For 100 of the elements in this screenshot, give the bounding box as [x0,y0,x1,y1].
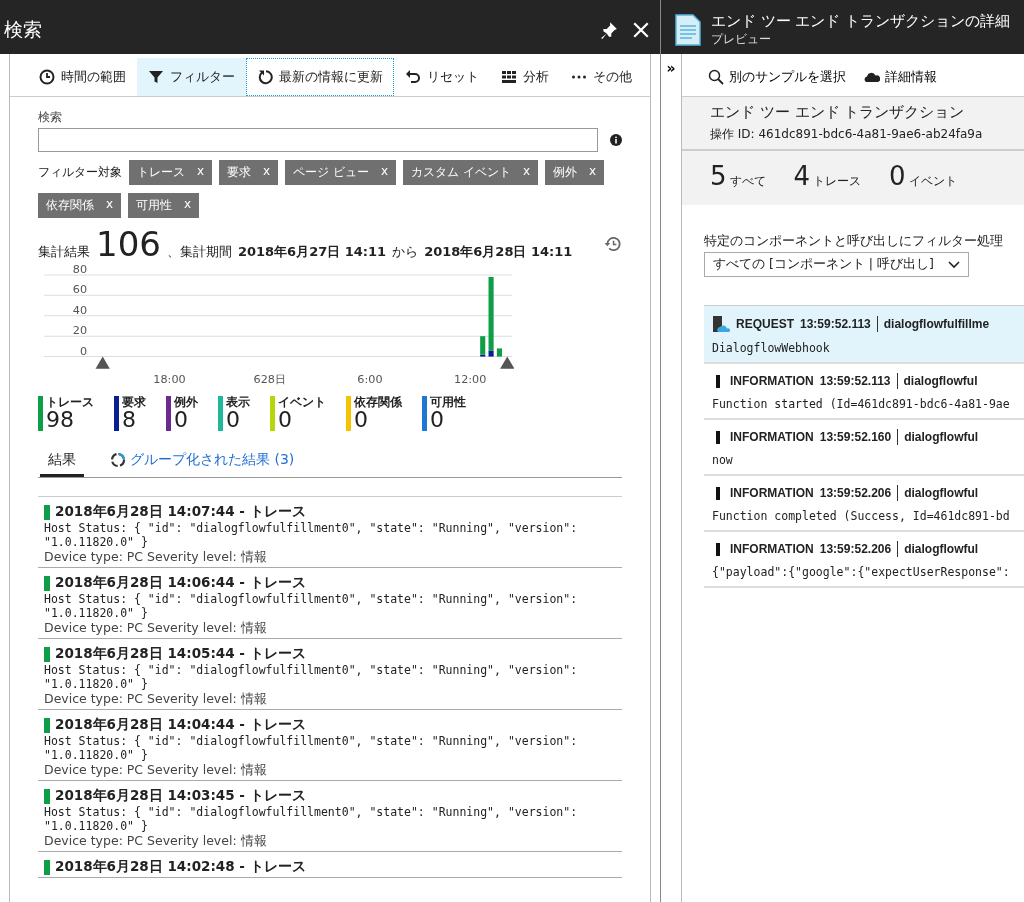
total-count: 106 [96,224,161,264]
result-meta: Device type: PC Severity level: 情報 [44,691,268,708]
info-marker-icon [716,486,720,500]
result-meta: Device type: PC Severity level: 情報 [44,833,268,850]
y-tick-label: 40 [72,303,88,317]
blade-title: 検索 [4,17,43,42]
range-handle-icon[interactable] [95,356,110,369]
legend-count: 0 [174,409,188,431]
remove-icon[interactable]: x [523,164,531,181]
blade-subtitle: プレビュー [711,31,772,48]
transaction-heading: エンド ツー エンド トランザクション [710,103,966,122]
from-word: から [392,243,419,261]
timeline-item[interactable]: INFORMATION 13:59:52.206 dialogflowful Function completed (Success, Id=461dc891-bd [704,476,1024,532]
event-message: Function completed (Success, Id=461dc891-bd [712,509,1011,523]
search-field[interactable] [38,128,598,152]
remove-icon[interactable]: x [381,164,389,181]
refresh-icon [257,69,273,85]
legend-label: 可用性 [430,396,466,408]
filter-chip[interactable]: 可用性 x [128,193,200,218]
toolbar-button[interactable]: 別のサンプルを選択 [708,68,846,86]
info-icon[interactable] [610,134,622,146]
count-value: 5 [710,161,727,191]
result-message: Host Status: { "id": "dialogflowfulfillment0", "state": "Running", "version": "1.0.11820.0" } [44,734,579,762]
legend-label: トレース [46,396,94,408]
result-title[interactable]: 2018年6月28日 14:03:45 - トレース [55,787,306,805]
count-label: トレース [813,173,862,190]
legend-label: 依存関係 [354,396,402,408]
close-icon[interactable] [632,21,650,39]
tab[interactable]: 結果 [40,447,84,477]
toolbar-button[interactable]: 最新の情報に更新 [246,58,394,96]
info-marker-icon [716,374,720,388]
timeline-item[interactable]: REQUEST 13:59:52.113 dialogflowfulfillme DialogflowWebhook [704,306,1024,364]
event-time: 13:59:52.206 [819,486,892,500]
filter-icon [148,69,164,85]
event-source: dialogflowful [904,542,979,556]
result-message: Host Status: { "id": "dialogflowfulfillment0", "state": "Running", "version": "1.0.11820.0" } [44,805,579,833]
chevron-down-icon [947,260,960,269]
pin-icon[interactable] [600,21,618,39]
filter-chip[interactable]: 要求 x [219,160,279,185]
remove-icon[interactable]: x [197,164,205,181]
to-date: 2018年6月28日 14:11 [424,243,573,261]
event-source: dialogflowfulfillme [883,317,990,331]
toolbar-button[interactable]: その他 [560,58,643,96]
legend-count: 0 [354,409,368,431]
timeline-item[interactable]: INFORMATION 13:59:52.160 dialogflowful now [704,420,1024,476]
legend-count: 98 [46,409,75,431]
legend-label: イベント [278,396,326,408]
period-label: 、集計期間 [166,243,232,261]
remove-icon[interactable]: x [184,197,192,214]
result-message: Host Status: { "id": "dialogflowfulfillment0", "state": "Running", "version": "1.0.11820.0" } [44,521,579,549]
toolbar-button[interactable]: 時間の範囲 [28,58,137,96]
toolbar-button[interactable]: リセット [394,58,490,96]
summary-label: 集計結果 [38,243,90,261]
x-tick-label: 18:00 [153,373,186,387]
event-time: 13:59:52.206 [819,542,892,556]
result-title[interactable]: 2018年6月28日 14:07:44 - トレース [55,503,306,521]
count-value: 4 [793,161,811,191]
timeline-item[interactable]: INFORMATION 13:59:52.206 dialogflowful {"payload":{"google":{"expectUserResponse": [704,532,1024,588]
filter-chip[interactable]: 依存関係 x [38,193,122,218]
clock-icon [39,69,55,85]
event-source: dialogflowful [903,374,978,388]
grid-icon [501,69,517,85]
spinner-icon [110,452,126,468]
x-tick-label: 628日 [253,373,286,387]
event-type: INFORMATION [730,374,814,388]
y-tick-label: 80 [72,264,88,276]
toolbar-button[interactable]: 分析 [490,58,560,96]
tab[interactable]: グループ化された結果 (3) [102,447,303,477]
count-label: すべて [729,173,766,190]
event-source: dialogflowful [904,430,979,444]
result-title[interactable]: 2018年6月28日 14:05:44 - トレース [55,645,306,663]
y-tick-label: 0 [79,344,88,358]
chart-bar [496,348,502,357]
result-title[interactable]: 2018年6月28日 14:06:44 - トレース [55,574,306,592]
from-date: 2018年6月27日 14:11 [237,243,387,261]
filter-chip[interactable]: ページ ビュー x [285,160,397,185]
expand-button[interactable]: » [666,54,676,82]
history-icon[interactable] [604,235,622,253]
filter-chip[interactable]: トレース x [129,160,213,185]
result-title[interactable]: 2018年6月28日 14:04:44 - トレース [55,716,306,734]
filter-chip[interactable]: カスタム イベント x [403,160,539,185]
remove-icon[interactable]: x [106,197,114,214]
toolbar-button[interactable]: フィルター [137,58,246,96]
range-handle-icon[interactable] [500,356,514,369]
result-meta: Device type: PC Severity level: 情報 [44,762,268,779]
filter-chip[interactable]: 例外 x [545,160,605,185]
result-title[interactable]: 2018年6月28日 14:02:48 - トレース [55,858,306,876]
remove-icon[interactable]: x [263,164,271,181]
timeline-item[interactable]: INFORMATION 13:59:52.113 dialogflowful Function started (Id=461dc891-bdc6-4a81-9ae [704,364,1024,420]
event-type: REQUEST [736,317,794,331]
event-type: INFORMATION [730,542,814,556]
event-time: 13:59:52.113 [800,317,871,331]
info-marker-icon [716,542,720,556]
toolbar-button[interactable]: 詳細情報 [864,68,937,86]
legend-count: 0 [226,409,240,431]
count-value: 0 [889,161,906,191]
component-dropdown[interactable]: すべての [コンポーネント | 呼び出し] [704,252,969,277]
remove-icon[interactable]: x [589,164,597,181]
filter-label: 特定のコンポーネントと呼び出しにフィルター処理 [704,233,1004,250]
event-message: DialogflowWebhook [712,341,831,355]
